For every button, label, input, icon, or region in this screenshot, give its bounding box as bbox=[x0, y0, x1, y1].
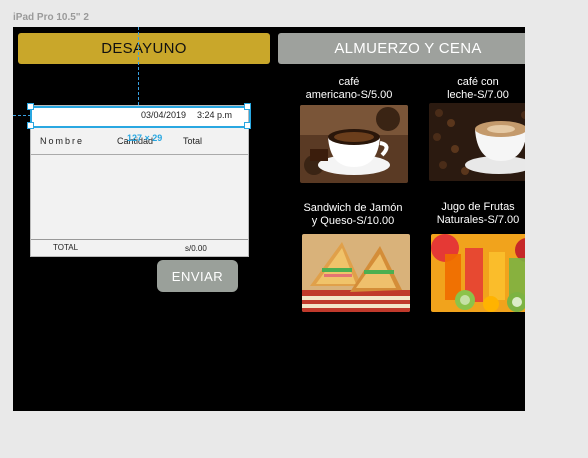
product-name-line2: Naturales-S/7.00 bbox=[436, 214, 520, 226]
jugo-de-frutas-image bbox=[431, 234, 525, 312]
product-label: Sandwich de Jamón y Queso-S/10.00 bbox=[293, 202, 413, 228]
order-total-value: s/0.00 bbox=[185, 244, 207, 253]
product-name-line2: leche-S/7.00 bbox=[447, 89, 509, 101]
tab-desayuno-label: DESAYUNO bbox=[101, 40, 187, 57]
tab-desayuno[interactable]: DESAYUNO bbox=[18, 33, 270, 64]
tab-almuerzo-label: ALMUERZO Y CENA bbox=[334, 40, 482, 57]
horizontal-guide-line bbox=[13, 115, 31, 116]
enviar-button[interactable]: ENVIAR bbox=[157, 260, 238, 292]
column-nombre: Nombre bbox=[40, 136, 85, 146]
product-name-line2: y Queso-S/10.00 bbox=[311, 215, 395, 227]
order-total-label: TOTAL bbox=[53, 243, 79, 252]
product-label: café americano-S/5.00 bbox=[289, 76, 409, 102]
product-name-line2: americano-S/5.00 bbox=[305, 89, 393, 101]
product-sandwich[interactable]: Sandwich de Jamón y Queso-S/10.00 bbox=[293, 199, 413, 314]
cafe-con-leche-image bbox=[429, 103, 525, 181]
ipad-artboard: DESAYUNO ALMUERZO Y CENA 03/04/2019 3:24… bbox=[13, 27, 525, 411]
product-label: café con leche-S/7.00 bbox=[422, 76, 525, 102]
order-date-bar[interactable]: 03/04/2019 3:24 p.m bbox=[31, 106, 248, 127]
tab-almuerzo-y-cena[interactable]: ALMUERZO Y CENA bbox=[278, 33, 525, 64]
product-name-line1: Jugo de Frutas bbox=[441, 201, 515, 213]
sandwich-image bbox=[302, 234, 410, 312]
product-cafe-con-leche[interactable]: café con leche-S/7.00 bbox=[422, 73, 525, 183]
order-table-header: Nombre Cantidad 127 × 29 Total bbox=[31, 128, 248, 155]
product-name-line1: café con bbox=[457, 76, 499, 88]
enviar-button-label: ENVIAR bbox=[171, 268, 224, 284]
resize-handle-top-right[interactable] bbox=[244, 103, 251, 110]
product-cafe-americano[interactable]: café americano-S/5.00 bbox=[293, 73, 408, 183]
resize-handle-top-left[interactable] bbox=[27, 103, 34, 110]
cafe-americano-image bbox=[300, 105, 408, 183]
product-name-line1: café bbox=[338, 76, 360, 88]
order-total-row: TOTAL s/0.00 bbox=[31, 239, 248, 257]
product-jugo-de-frutas[interactable]: Jugo de Frutas Naturales-S/7.00 bbox=[422, 199, 525, 314]
order-panel: 03/04/2019 3:24 p.m Nombre Cantidad 127 … bbox=[27, 103, 251, 257]
column-total: Total bbox=[183, 136, 203, 146]
dimension-readout: 127 × 29 bbox=[127, 133, 163, 143]
device-label: iPad Pro 10.5" 2 bbox=[13, 12, 89, 23]
order-date: 03/04/2019 bbox=[141, 110, 187, 120]
product-name-line1: Sandwich de Jamón bbox=[303, 202, 403, 214]
product-label: Jugo de Frutas Naturales-S/7.00 bbox=[418, 201, 525, 227]
order-time: 3:24 p.m bbox=[197, 110, 233, 120]
